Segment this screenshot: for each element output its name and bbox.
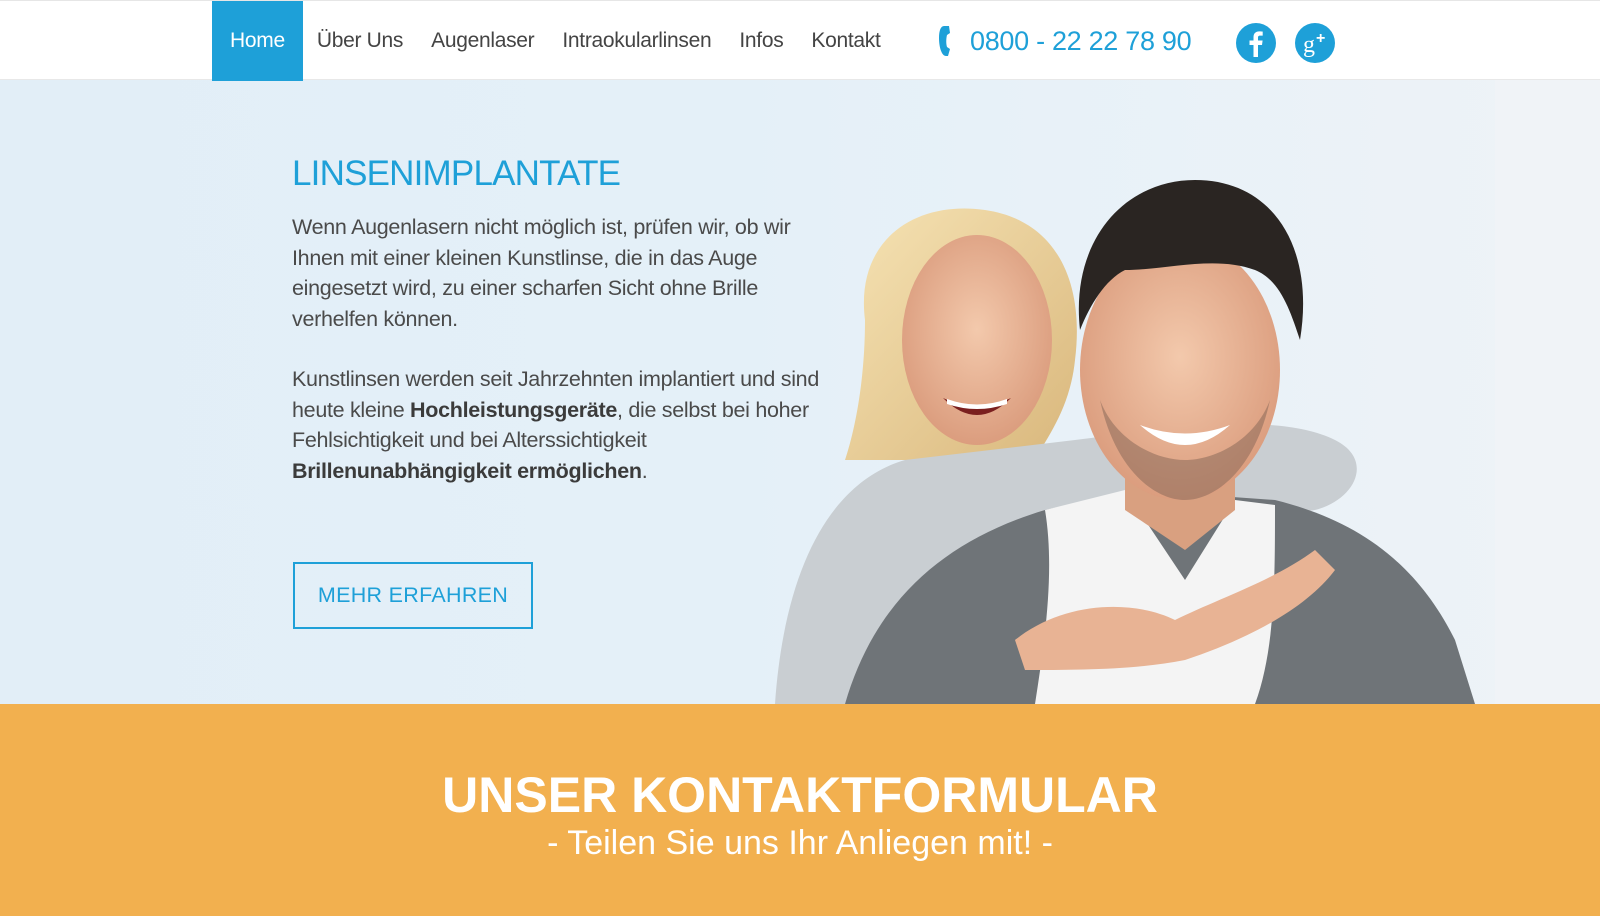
nav-item-home[interactable]: Home <box>212 1 303 81</box>
nav-item-ueber-uns[interactable]: Über Uns <box>303 1 417 81</box>
hero-paragraph-2-part3: . <box>641 458 648 483</box>
main-nav: Home Über Uns Augenlaser Intraokularlins… <box>212 1 895 81</box>
hero-couple-image <box>715 80 1600 704</box>
hero-title: LINSENIMPLANTATE <box>292 154 621 193</box>
nav-item-augenlaser[interactable]: Augenlaser <box>417 1 548 81</box>
svg-text:+: + <box>1316 30 1325 47</box>
phone-number[interactable]: 0800 - 22 22 78 90 <box>938 1 1192 81</box>
google-plus-icon: g + <box>1295 23 1335 63</box>
nav-item-intraokularlinsen[interactable]: Intraokularlinsen <box>548 1 725 81</box>
hero-paragraph-2: Kunstlinsen werden seit Jahrzehnten impl… <box>292 364 832 486</box>
phone-icon <box>938 24 960 58</box>
phone-number-text: 0800 - 22 22 78 90 <box>970 25 1192 56</box>
nav-item-kontakt[interactable]: Kontakt <box>797 1 894 81</box>
facebook-link[interactable] <box>1236 23 1276 63</box>
hero-section: LINSENIMPLANTATE Wenn Augenlasern nicht … <box>0 80 1600 704</box>
svg-text:g: g <box>1303 32 1315 58</box>
contact-subtitle: - Teilen Sie uns Ihr Anliegen mit! - <box>547 824 1053 862</box>
top-navbar: Home Über Uns Augenlaser Intraokularlins… <box>0 0 1600 81</box>
google-plus-link[interactable]: g + <box>1295 23 1335 63</box>
hero-text-block: LINSENIMPLANTATE Wenn Augenlasern nicht … <box>292 154 832 486</box>
nav-item-infos[interactable]: Infos <box>725 1 797 81</box>
hero-paragraph-2-bold1: Hochleistungsgeräte <box>410 397 617 422</box>
hero-paragraph-2-bold2: Brillenunabhängigkeit ermöglichen <box>292 458 642 483</box>
contact-title: UNSER KONTAKTFORMULAR <box>442 767 1158 823</box>
mehr-erfahren-button[interactable]: MEHR ERFAHREN <box>293 562 533 629</box>
contact-form-section: UNSER KONTAKTFORMULAR - Teilen Sie uns I… <box>0 704 1600 916</box>
facebook-icon <box>1236 23 1276 63</box>
hero-paragraph-1: Wenn Augenlasern nicht möglich ist, prüf… <box>292 215 791 331</box>
